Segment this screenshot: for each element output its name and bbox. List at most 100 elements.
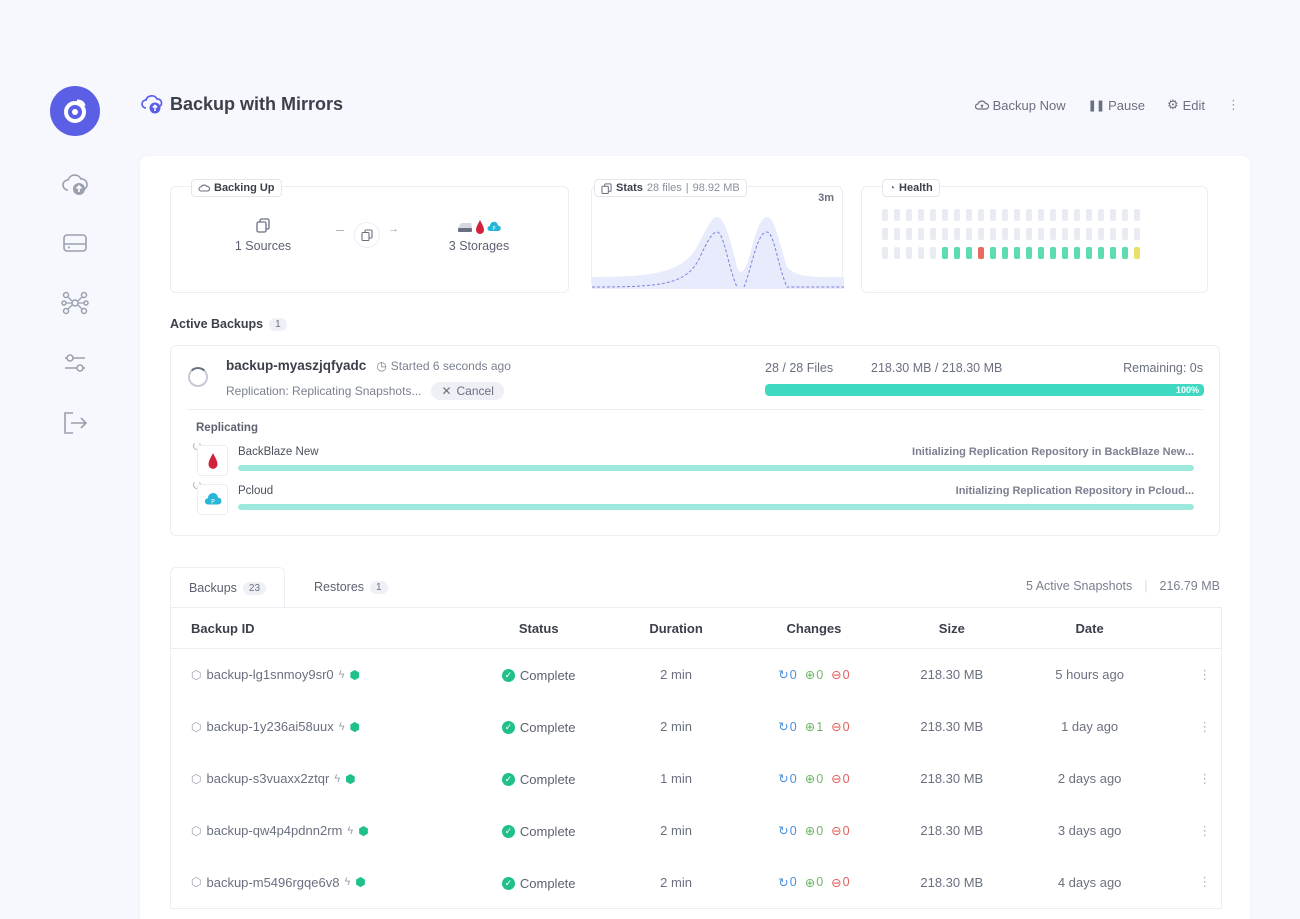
health-cell[interactable] [894,247,900,259]
health-cell[interactable] [1062,228,1068,240]
health-cell[interactable] [918,209,924,221]
health-cell[interactable] [882,209,888,221]
column-header[interactable]: Backup ID [170,607,441,649]
health-cell[interactable] [1014,209,1020,221]
health-cell[interactable] [1086,247,1092,259]
health-cell[interactable] [882,247,888,259]
edit-button[interactable]: ⚙ Edit [1167,97,1205,113]
health-cell[interactable] [1086,209,1092,221]
health-cell[interactable] [1026,247,1032,259]
more-menu-button[interactable]: ⋮ [1227,97,1240,113]
health-cell[interactable] [1014,247,1020,259]
health-cell[interactable] [1002,228,1008,240]
table-row[interactable]: ⬡ backup-lg1snmoy9sr0 ϟ ⬢ ✓ Complete 2 min ↻ 0 ⊕ 0… [171,649,1222,701]
health-cell[interactable] [894,209,900,221]
health-cell[interactable] [906,228,912,240]
health-cell[interactable] [966,228,972,240]
pause-button[interactable]: ❚❚ Pause [1088,98,1145,113]
health-cell[interactable] [954,228,960,240]
sidebar-item-settings[interactable] [60,348,90,378]
sidebar-item-storages[interactable] [60,228,90,258]
backup-id[interactable]: backup-1y236ai58uux [206,719,333,734]
column-header[interactable]: Size [912,607,991,649]
active-backup-id[interactable]: backup-myaszjqfyadc [226,358,366,373]
backup-id[interactable]: backup-lg1snmoy9sr0 [206,667,333,682]
table-row[interactable]: ⬡ backup-s3vuaxx2ztqr ϟ ⬢ ✓ Complete 1 min ↻ 0 ⊕ 0… [171,753,1222,805]
health-cell[interactable] [942,209,948,221]
health-cell[interactable] [942,228,948,240]
row-menu-icon[interactable]: ⋮ [1198,823,1211,838]
health-cell[interactable] [990,209,996,221]
backup-id[interactable]: backup-s3vuaxx2ztqr [206,771,329,786]
table-row[interactable]: ⬡ backup-1y236ai58uux ϟ ⬢ ✓ Complete 2 min ↻ 0 ⊕ 1… [171,701,1222,753]
storages-item[interactable]: P 3 Storages [439,215,519,253]
health-cell[interactable] [1014,228,1020,240]
health-cell[interactable] [978,228,984,240]
health-cell[interactable] [1038,228,1044,240]
health-cell[interactable] [1062,209,1068,221]
health-cell[interactable] [906,247,912,259]
health-cell[interactable] [1074,247,1080,259]
cancel-button[interactable]: ✕ Cancel [431,382,504,400]
health-cell[interactable] [930,247,936,259]
table-row[interactable]: ⬡ backup-qw4p4pdnn2rm ϟ ⬢ ✓ Complete 2 min ↻ 0 ⊕ 0… [171,805,1222,857]
health-cell[interactable] [1050,247,1056,259]
backup-now-button[interactable]: Backup Now [974,98,1066,113]
health-cell[interactable] [1134,209,1140,221]
backup-id[interactable]: backup-qw4p4pdnn2rm [206,823,342,838]
health-cell[interactable] [1110,209,1116,221]
health-cell[interactable] [1098,228,1104,240]
health-cell[interactable] [1074,228,1080,240]
health-cell[interactable] [942,247,948,259]
sidebar-item-connections[interactable] [60,288,90,318]
health-cell[interactable] [1050,228,1056,240]
health-cell[interactable] [966,209,972,221]
health-cell[interactable] [930,228,936,240]
column-header[interactable]: Status [440,607,638,649]
health-cell[interactable] [966,247,972,259]
health-cell[interactable] [978,247,984,259]
health-cell[interactable] [1002,209,1008,221]
sources-item[interactable]: 1 Sources [223,217,303,253]
health-cell[interactable] [1098,247,1104,259]
column-header[interactable]: Date [990,607,1189,649]
health-cell[interactable] [990,247,996,259]
health-cell[interactable] [1122,228,1128,240]
column-header[interactable]: Duration [637,607,716,649]
health-cell[interactable] [1026,228,1032,240]
health-cell[interactable] [1122,247,1128,259]
health-cell[interactable] [1122,209,1128,221]
health-cell[interactable] [1110,228,1116,240]
health-cell[interactable] [918,228,924,240]
health-cell[interactable] [930,209,936,221]
health-cell[interactable] [1134,247,1140,259]
health-cell[interactable] [1110,247,1116,259]
table-row[interactable]: ⬡ backup-m5496rgqe6v8 ϟ ⬢ ✓ Complete 2 min ↻ 0 ⊕ 0… [171,857,1222,909]
health-cell[interactable] [1134,228,1140,240]
health-cell[interactable] [906,209,912,221]
health-cell[interactable] [918,247,924,259]
health-cell[interactable] [1062,247,1068,259]
column-header[interactable]: Changes [715,607,913,649]
sidebar-item-backups[interactable] [60,170,90,200]
row-menu-icon[interactable]: ⋮ [1198,667,1211,682]
health-cell[interactable] [1038,247,1044,259]
health-cell[interactable] [1050,209,1056,221]
health-cell[interactable] [954,209,960,221]
row-menu-icon[interactable]: ⋮ [1198,719,1211,734]
health-cell[interactable] [1026,209,1032,221]
health-cell[interactable] [882,228,888,240]
health-cell[interactable] [1002,247,1008,259]
health-cell[interactable] [1074,209,1080,221]
health-cell[interactable] [990,228,996,240]
tab-restores[interactable]: Restores 1 [314,580,388,594]
app-logo[interactable] [50,86,100,136]
health-cell[interactable] [894,228,900,240]
backup-id[interactable]: backup-m5496rgqe6v8 [206,875,339,890]
health-cell[interactable] [1038,209,1044,221]
health-cell[interactable] [1086,228,1092,240]
row-menu-icon[interactable]: ⋮ [1198,874,1211,889]
row-menu-icon[interactable]: ⋮ [1198,771,1211,786]
tab-backups[interactable]: Backups 23 [170,567,285,608]
sidebar-item-logout[interactable] [60,408,90,438]
